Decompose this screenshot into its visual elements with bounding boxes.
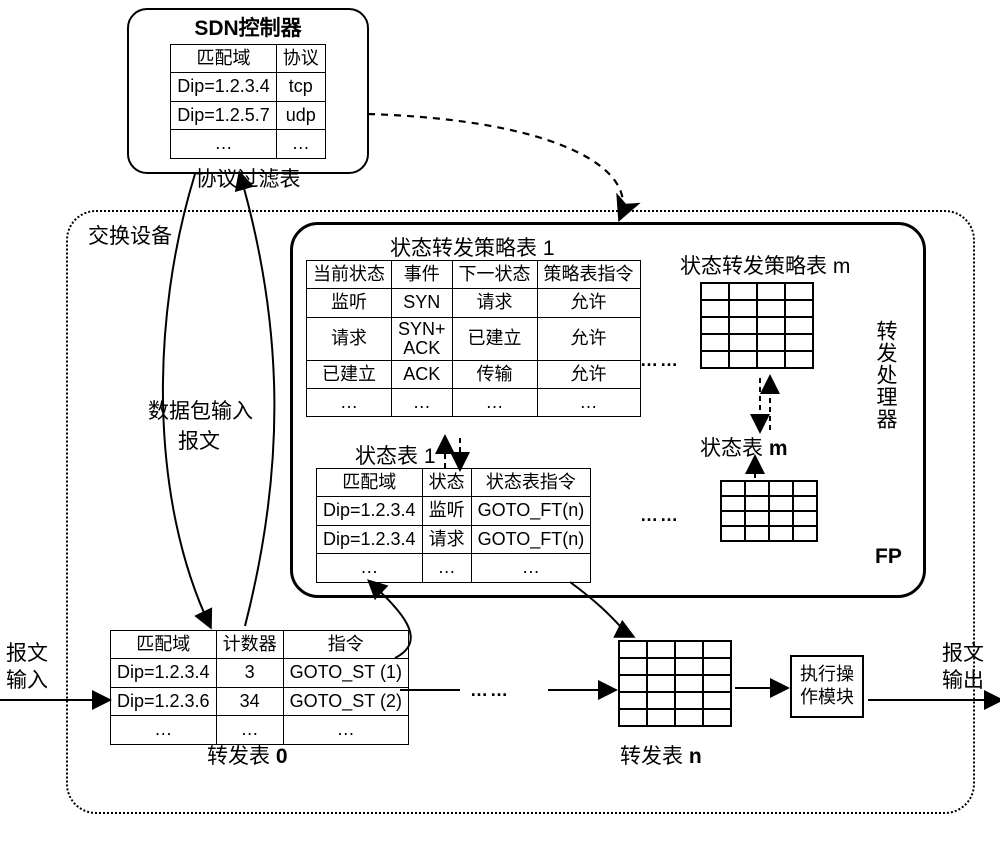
- state-m-label: 状态表 m: [700, 432, 788, 462]
- state-table-1-title: 状态表 1: [355, 440, 436, 470]
- fp-policy-title: 状态转发策略表 1: [390, 232, 555, 262]
- out-label: 报文输出: [942, 640, 984, 695]
- col-proto: 协议: [276, 45, 325, 73]
- state-table-m-grid: [720, 480, 818, 542]
- table-row: Dip=1.2.3.4 3 GOTO_ST (1): [111, 659, 409, 687]
- table-row: 当前状态 事件 下一状态 策略表指令: [307, 261, 641, 289]
- packet-input-label2: 报文: [178, 425, 220, 455]
- policy-table-m-grid: [700, 282, 814, 369]
- table-row: … … … …: [307, 388, 641, 416]
- sdn-filter-label: 协议过滤表: [129, 163, 367, 193]
- sdn-controller: SDN控制器 匹配域 协议 Dip=1.2.3.4 tcp Dip=1.2.5.…: [127, 8, 369, 174]
- inter-dots-state: ……: [640, 505, 680, 526]
- inter-dots-lower: ……: [470, 680, 510, 701]
- table-row: Dip=1.2.3.6 34 GOTO_ST (2): [111, 687, 409, 715]
- in-label: 报文输入: [6, 640, 48, 695]
- fp-side-code: FP: [875, 545, 902, 569]
- col-match: 匹配域: [171, 45, 277, 73]
- table-row: … … …: [317, 554, 591, 582]
- table-row: 匹配域 状态 状态表指令: [317, 469, 591, 497]
- table-row: 已建立 ACK 传输 允许: [307, 360, 641, 388]
- state-policy-table-1: 当前状态 事件 下一状态 策略表指令 监听 SYN 请求 允许 请求 SYN+A…: [306, 260, 641, 417]
- sdn-title: SDN控制器: [129, 12, 367, 42]
- table-row: 匹配域 协议: [171, 45, 326, 73]
- table-row: 监听 SYN 请求 允许: [307, 289, 641, 317]
- table-row: Dip=1.2.3.4 tcp: [171, 73, 326, 101]
- ftn-label: 转发表 n: [620, 740, 702, 770]
- packet-input-label1: 数据包输入: [148, 395, 253, 425]
- exec-module: 执行操作模块: [790, 655, 864, 718]
- table-row: 匹配域 计数器 指令: [111, 631, 409, 659]
- sdn-protocol-filter-table: 匹配域 协议 Dip=1.2.3.4 tcp Dip=1.2.5.7 udp ……: [170, 44, 326, 159]
- ft0-label: 转发表 0: [207, 740, 288, 770]
- policy-m-label: 状态转发策略表 m: [680, 250, 850, 280]
- forward-table-n-grid: [618, 640, 732, 727]
- fp-side-label: 转发处理器: [870, 320, 900, 430]
- table-row: Dip=1.2.5.7 udp: [171, 101, 326, 129]
- table-row: Dip=1.2.3.4 请求 GOTO_FT(n): [317, 525, 591, 553]
- state-table-1: 匹配域 状态 状态表指令 Dip=1.2.3.4 监听 GOTO_FT(n) D…: [316, 468, 591, 583]
- forward-table-0: 匹配域 计数器 指令 Dip=1.2.3.4 3 GOTO_ST (1) Dip…: [110, 630, 409, 745]
- inter-dots-policy: ……: [640, 350, 680, 371]
- table-row: 请求 SYN+ACK 已建立 允许: [307, 317, 641, 360]
- table-row: … …: [171, 130, 326, 158]
- switch-label: 交换设备: [88, 220, 172, 250]
- table-row: Dip=1.2.3.4 监听 GOTO_FT(n): [317, 497, 591, 525]
